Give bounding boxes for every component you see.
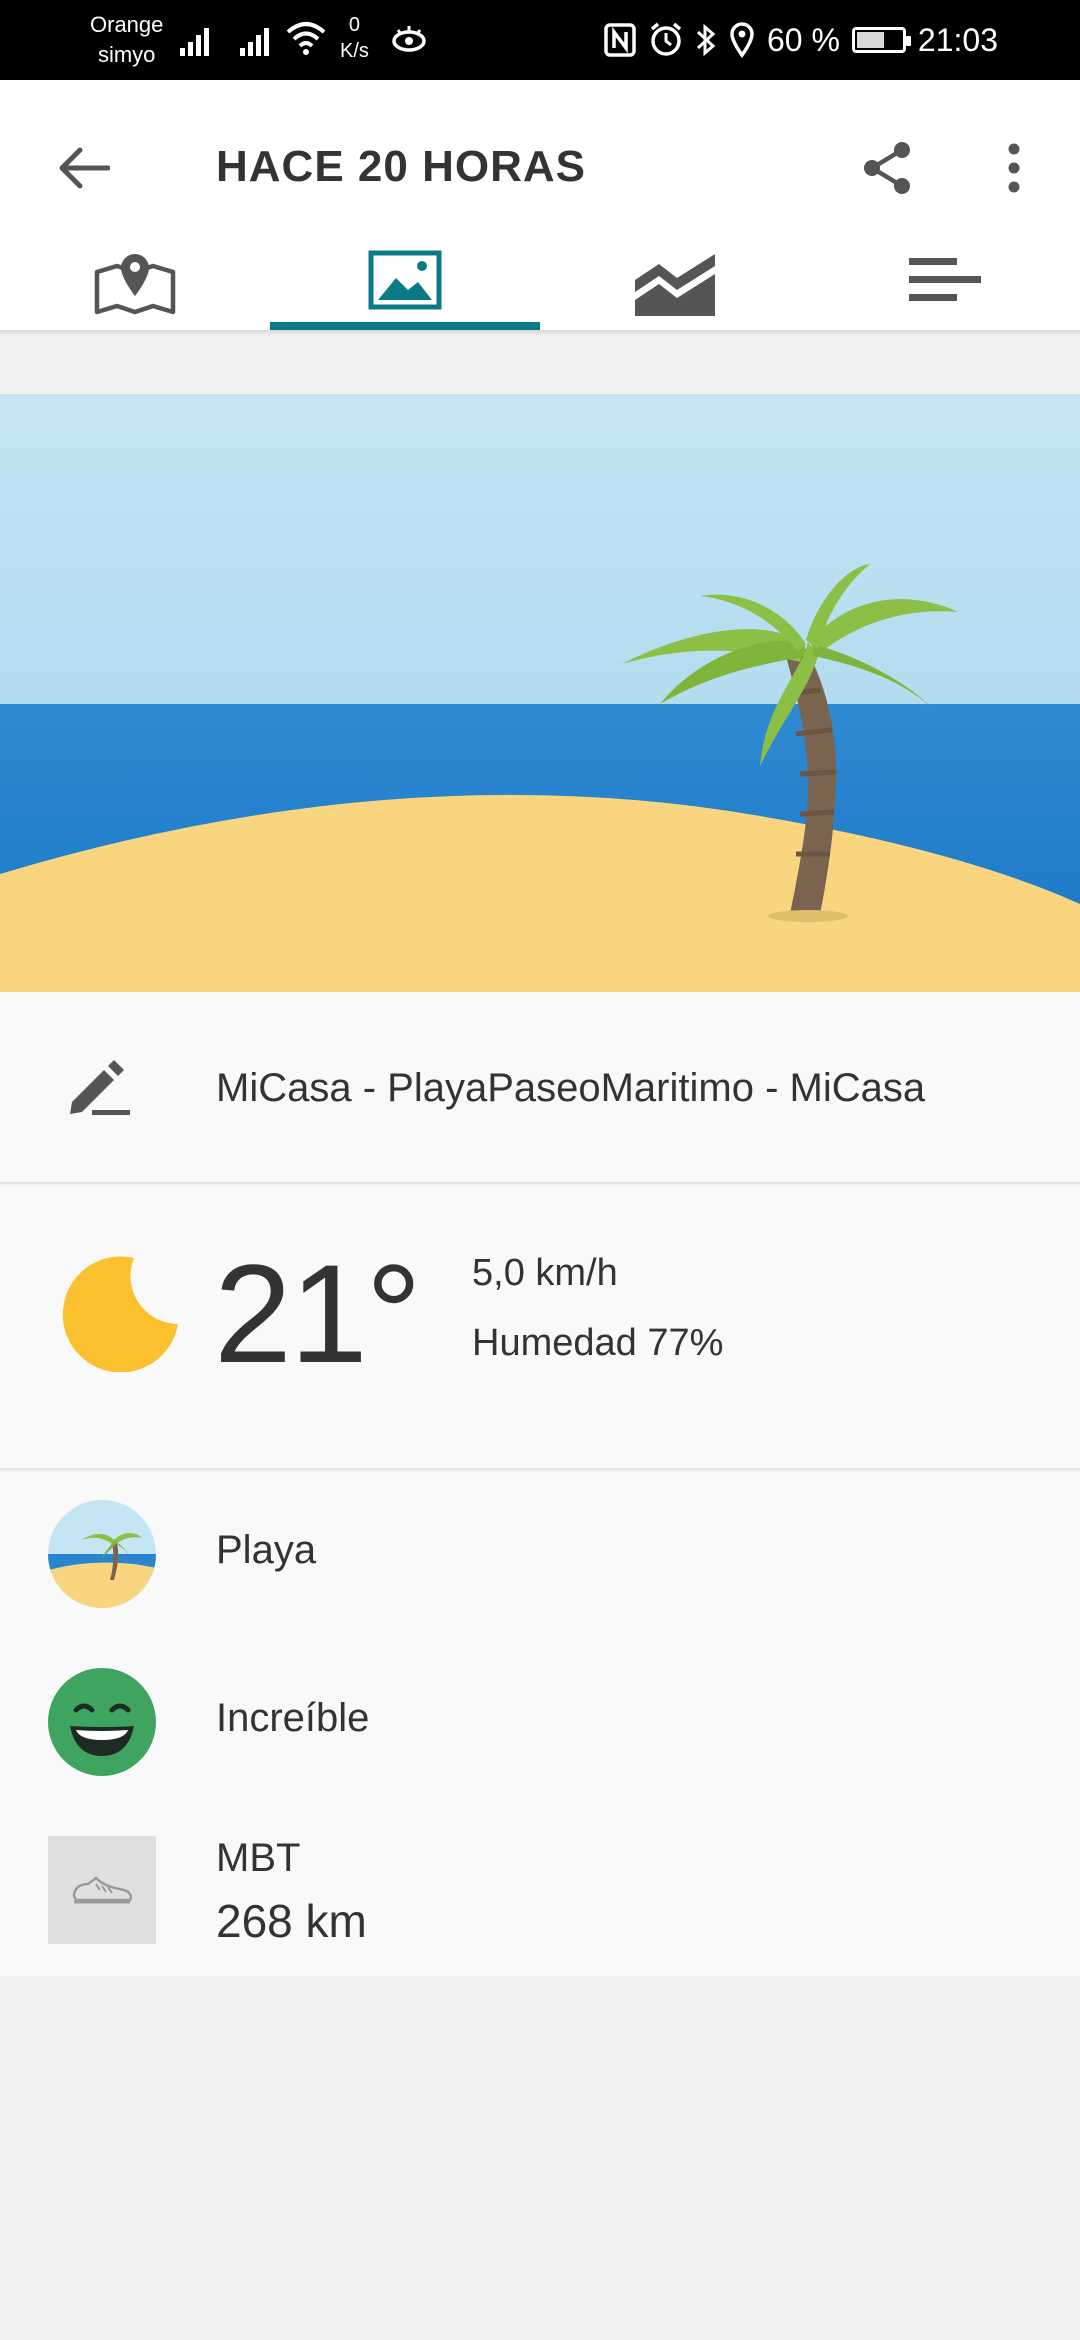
feeling-label: Increíble xyxy=(216,1696,370,1740)
back-button[interactable] xyxy=(48,132,120,204)
surface-label: Playa xyxy=(216,1528,317,1572)
beach-surface-icon xyxy=(48,1500,156,1608)
signal-icon xyxy=(240,28,269,56)
status-bar: Orange simyo 0 K/s 60 % 21:03 xyxy=(0,0,1080,80)
edit-pencil-icon xyxy=(70,1060,130,1115)
shoe-name: MBT xyxy=(216,1836,301,1880)
activity-details: Playa Increíble MBT 268 km xyxy=(0,1472,1080,1976)
signal-icon xyxy=(180,28,209,56)
shoe-icon xyxy=(72,1876,132,1904)
bluetooth-icon xyxy=(696,23,716,57)
shoe-item[interactable]: MBT 268 km xyxy=(0,1836,1080,1956)
tab-map[interactable] xyxy=(0,240,270,330)
activity-name: MiCasa - PlayaPaseoMaritimo - MiCasa xyxy=(216,1066,926,1110)
tab-stats[interactable] xyxy=(810,240,1080,330)
app-bar-shadow xyxy=(0,330,1080,336)
battery-percent: 60 % xyxy=(766,21,840,58)
eye-comfort-icon xyxy=(392,26,426,52)
moon-icon xyxy=(62,1256,178,1372)
surface-item[interactable]: Playa xyxy=(0,1500,1080,1620)
battery-icon xyxy=(851,27,911,53)
share-button[interactable] xyxy=(852,132,924,204)
alarm-icon xyxy=(650,22,682,56)
more-options-button[interactable] xyxy=(984,132,1044,204)
temperature: 21° xyxy=(214,1235,422,1392)
wifi-icon xyxy=(286,22,326,55)
shoe-distance: 268 km xyxy=(216,1895,367,1947)
tab-photo[interactable] xyxy=(270,240,540,330)
app-bar: HACE 20 HORAS xyxy=(0,80,1080,330)
image-icon xyxy=(368,250,442,310)
more-vert-icon xyxy=(1008,143,1020,193)
beach-scene xyxy=(0,394,1080,992)
page-title: HACE 20 HORAS xyxy=(216,142,586,191)
shoe-thumbnail xyxy=(48,1836,156,1944)
beach-illustration xyxy=(0,394,1080,992)
carrier-name: Orange simyo xyxy=(90,12,164,67)
feeling-item[interactable]: Increíble xyxy=(0,1668,1080,1788)
list-icon xyxy=(909,258,981,301)
wind-speed: 5,0 km/h xyxy=(472,1252,618,1294)
weather-row: 21° 5,0 km/h Humedad 77% xyxy=(0,1186,1080,1470)
nfc-icon xyxy=(604,23,636,57)
network-speed: 0 K/s xyxy=(340,14,369,62)
humidity: Humedad 77% xyxy=(472,1322,724,1364)
back-arrow-icon xyxy=(59,147,110,189)
location-icon xyxy=(730,22,754,58)
tab-chart[interactable] xyxy=(540,240,810,330)
share-icon xyxy=(864,142,910,194)
activity-name-row[interactable]: MiCasa - PlayaPaseoMaritimo - MiCasa xyxy=(0,992,1080,1184)
clock: 21:03 xyxy=(917,21,998,58)
chart-icon xyxy=(635,254,715,316)
happy-face-icon xyxy=(48,1668,156,1776)
tab-bar xyxy=(0,240,1080,330)
map-pin-icon xyxy=(94,254,176,315)
